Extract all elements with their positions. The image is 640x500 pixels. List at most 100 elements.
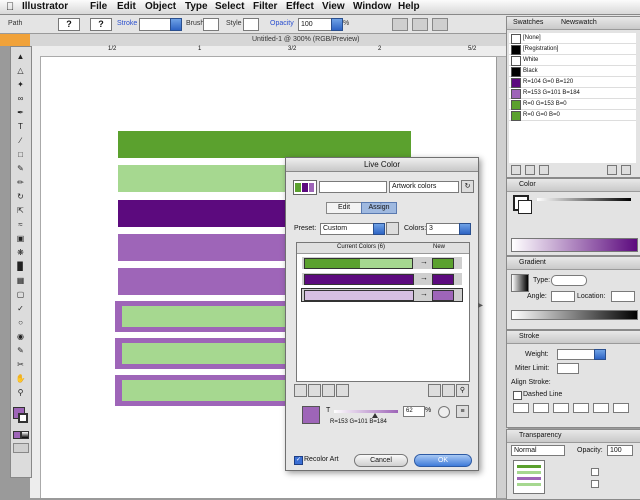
eyedropper-tool-icon[interactable]: ✓ [13, 303, 28, 314]
dashed-line-checkbox[interactable] [513, 391, 522, 400]
horizontal-ruler[interactable]: 1/2 1 3/2 2 5/2 [30, 46, 507, 57]
new-swatch-icon[interactable] [607, 165, 617, 175]
menu-filter[interactable]: Filter [253, 1, 277, 12]
transparency-opacity-field[interactable]: 100 [607, 445, 633, 456]
separate-colors-icon[interactable] [308, 384, 321, 397]
gradient-type-select[interactable] [551, 275, 587, 286]
swatch-options-icon[interactable] [539, 165, 549, 175]
free-transform-tool-icon[interactable]: ▣ [13, 233, 28, 244]
new-color-chip[interactable] [432, 290, 454, 301]
swatch-row[interactable]: R=153 G=101 B=184 [509, 88, 636, 99]
tab-transparency[interactable]: Transparency [519, 432, 562, 439]
menu-app[interactable]: Illustrator [22, 1, 68, 12]
tab-gradient[interactable]: Gradient [519, 259, 546, 266]
menu-window[interactable]: Window [353, 1, 391, 12]
colors-count-field[interactable]: 3 [426, 223, 460, 235]
warp-tool-icon[interactable]: ≈ [13, 219, 28, 230]
randomize-saturation-icon[interactable] [442, 384, 455, 397]
screen-mode-icon[interactable] [13, 443, 29, 453]
menu-file[interactable]: File [90, 1, 107, 12]
gradient-location-field[interactable] [611, 291, 635, 302]
apple-icon[interactable]:  [6, 1, 14, 13]
new-color-chip[interactable] [432, 274, 454, 285]
dialog-resize-icon[interactable]: ▸ [478, 300, 486, 320]
menu-edit[interactable]: Edit [117, 1, 136, 12]
menu-effect[interactable]: Effect [286, 1, 314, 12]
swatch-row[interactable]: [None] [509, 33, 636, 44]
menu-type[interactable]: Type [185, 1, 208, 12]
swatch-library-icon[interactable] [511, 165, 521, 175]
selection-tool-icon[interactable]: ▲ [13, 51, 28, 62]
stroke-swatch[interactable] [18, 413, 28, 423]
color-spectrum[interactable] [511, 238, 638, 252]
live-paint-tool-icon[interactable]: ◉ [13, 331, 28, 342]
preset-select[interactable]: Custom [320, 223, 374, 235]
gradient-slider[interactable] [511, 310, 638, 320]
find-color-icon[interactable]: ⚲ [456, 384, 469, 397]
brush-field[interactable] [203, 18, 219, 31]
pen-tool-icon[interactable]: ✒ [13, 107, 28, 118]
gap-field-2[interactable] [573, 403, 589, 413]
scale-tool-icon[interactable]: ⇱ [13, 205, 28, 216]
color-mode-icon[interactable] [13, 431, 21, 439]
ok-button[interactable]: OK [414, 454, 472, 467]
style-field[interactable] [243, 18, 259, 31]
tab-assign[interactable]: Assign [361, 202, 397, 214]
tab-edit[interactable]: Edit [326, 202, 362, 214]
colors-dropdown[interactable] [459, 223, 471, 235]
swatch-row[interactable]: White [509, 55, 636, 66]
isolate-icon[interactable] [412, 18, 428, 31]
pencil-tool-icon[interactable]: ✏ [13, 177, 28, 188]
color-picker-icon[interactable] [438, 406, 450, 418]
preset-dropdown[interactable] [373, 223, 385, 235]
tab-newswatch[interactable]: Newswatch [561, 19, 597, 26]
align-icon[interactable] [432, 18, 448, 31]
color-fill-chip[interactable] [518, 200, 532, 214]
scissors-tool-icon[interactable]: ✂ [13, 359, 28, 370]
assignment-row[interactable]: → [302, 273, 462, 285]
randomize-order-icon[interactable] [428, 384, 441, 397]
fill-color-button[interactable]: ? [58, 18, 80, 31]
color-mode-menu-icon[interactable]: ≡ [456, 405, 469, 418]
line-tool-icon[interactable]: ∕ [13, 135, 28, 146]
new-color-chip[interactable] [432, 258, 454, 269]
menu-object[interactable]: Object [145, 1, 176, 12]
recolor-art-checkbox[interactable]: ✓ [294, 456, 303, 465]
mesh-tool-icon[interactable]: ▦ [13, 275, 28, 286]
tint-slider-track[interactable] [334, 410, 398, 413]
stroke-label[interactable]: Stroke [117, 20, 137, 27]
harmony-name-field[interactable]: Artwork colors [389, 181, 459, 193]
arrow-icon[interactable]: → [420, 289, 428, 298]
menu-select[interactable]: Select [215, 1, 244, 12]
assignment-row[interactable]: → [302, 257, 462, 269]
weight-dropdown[interactable] [594, 349, 606, 360]
opacity-field[interactable]: 100 [298, 18, 332, 31]
gap-field-3[interactable] [613, 403, 629, 413]
rotate-tool-icon[interactable]: ↻ [13, 191, 28, 202]
tab-stroke[interactable]: Stroke [519, 333, 539, 340]
swatch-row[interactable]: R=0 G=0 B=0 [509, 110, 636, 121]
slice-tool-icon[interactable]: ✎ [13, 345, 28, 356]
assignment-row-selected[interactable]: → [301, 288, 463, 302]
rectangle-tool-icon[interactable]: □ [13, 149, 28, 160]
dash-field-3[interactable] [593, 403, 609, 413]
delete-swatch-icon[interactable] [621, 165, 631, 175]
swatch-row[interactable]: R=104 G=0 B=120 [509, 77, 636, 88]
menu-view[interactable]: View [322, 1, 345, 12]
merge-colors-icon[interactable] [294, 384, 307, 397]
direct-selection-tool-icon[interactable]: △ [13, 65, 28, 76]
zoom-tool-icon[interactable]: ⚲ [13, 387, 28, 398]
tab-color[interactable]: Color [519, 181, 536, 188]
tint-slider[interactable] [537, 198, 631, 201]
gradient-tool-icon[interactable]: ▢ [13, 289, 28, 300]
dash-field-1[interactable] [513, 403, 529, 413]
invert-mask-checkbox[interactable] [591, 480, 599, 488]
exclude-colors-icon[interactable] [322, 384, 335, 397]
swatch-row[interactable]: R=0 G=153 B=0 [509, 99, 636, 110]
preset-options-icon[interactable] [386, 222, 399, 235]
tint-slider-thumb[interactable] [372, 413, 378, 418]
tab-swatches[interactable]: Swatches [513, 19, 543, 26]
gap-field-1[interactable] [533, 403, 549, 413]
stroke-weight-dropdown[interactable] [170, 18, 182, 31]
live-color-title[interactable]: Live Color [286, 158, 478, 172]
